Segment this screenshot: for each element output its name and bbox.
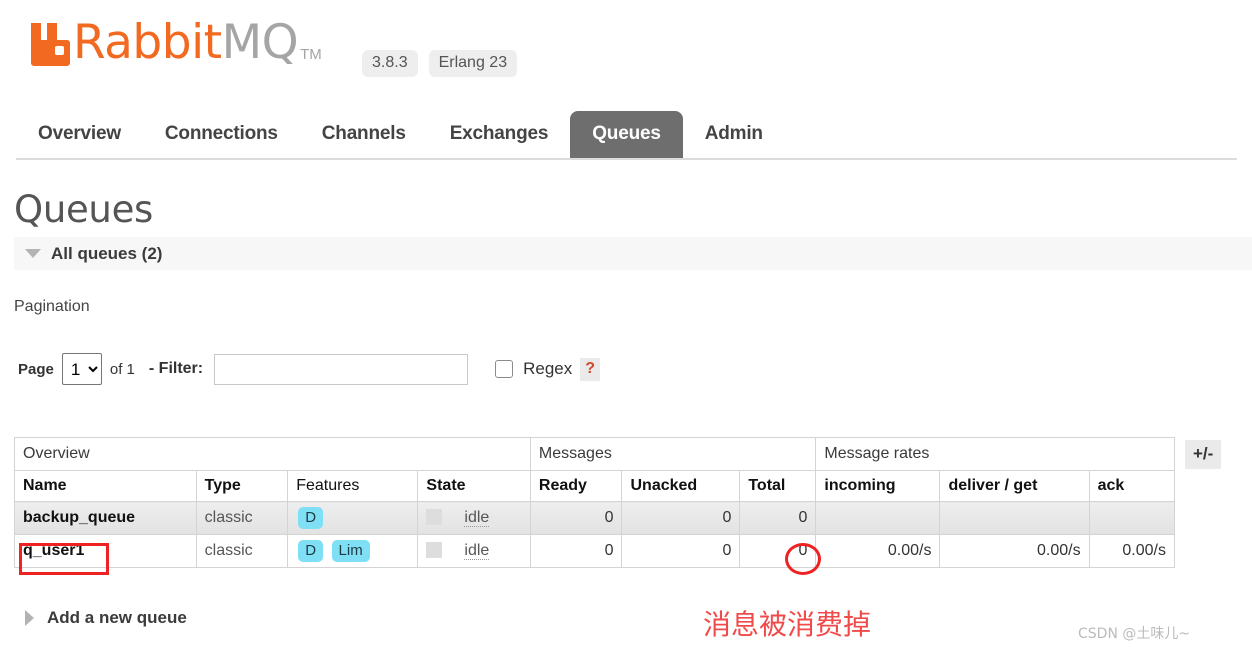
tab-overview[interactable]: Overview (16, 111, 143, 158)
queue-incoming-cell (815, 501, 941, 535)
tab-connections[interactable]: Connections (143, 111, 300, 158)
tab-admin[interactable]: Admin (683, 111, 785, 158)
pagination-controls: Page 1 of 1 - Filter: Regex ? (18, 352, 601, 386)
queue-ready-cell: 0 (529, 534, 623, 568)
state-swatch-icon (426, 509, 443, 525)
rabbitmq-management-page: Rabbit MQ TM 3.8.3 Erlang 23 Overview Co… (0, 0, 1252, 649)
watermark: CSDN @土味儿~ (1078, 626, 1191, 642)
column-header-total[interactable]: Total (739, 470, 817, 502)
triangle-down-icon[interactable] (25, 249, 41, 258)
page-count-label: of 1 (109, 360, 135, 378)
logo-trademark: TM (300, 46, 322, 63)
group-header-overview: Overview (14, 437, 531, 471)
filter-input[interactable] (214, 353, 469, 385)
version-badges: 3.8.3 Erlang 23 (362, 50, 518, 77)
all-queues-label: All queues (2) (51, 243, 163, 263)
column-header-type[interactable]: Type (195, 470, 289, 502)
annotation-note: 消息被消费掉 (703, 608, 872, 641)
queue-total-cell: 0 (739, 534, 817, 568)
queue-unacked-cell: 0 (621, 534, 741, 568)
queue-features-cell: D Lim (287, 534, 419, 568)
table-column-header-row: Name Type Features State Ready Unacked T… (14, 470, 1176, 502)
queue-state-cell: idle (417, 501, 531, 535)
queue-ready-cell: 0 (529, 501, 623, 535)
queues-table: Overview Messages Message rates Name Typ… (14, 437, 1176, 568)
queue-unacked-cell: 0 (621, 501, 741, 535)
column-header-state[interactable]: State (417, 470, 531, 502)
column-header-ack[interactable]: ack (1088, 470, 1176, 502)
table-row: q_user1 classic D Lim idle 0 0 0 0.00/s … (14, 534, 1176, 568)
column-header-incoming[interactable]: incoming (815, 470, 941, 502)
rabbit-logo-icon (28, 20, 70, 66)
toggle-columns-button[interactable]: +/- (1185, 440, 1222, 469)
queue-incoming-cell: 0.00/s (815, 534, 941, 568)
column-header-ready[interactable]: Ready (529, 470, 623, 502)
column-header-unacked[interactable]: Unacked (621, 470, 741, 502)
feature-badge-limit[interactable]: Lim (331, 540, 370, 562)
regex-checkbox[interactable] (495, 360, 514, 378)
page-select[interactable]: 1 (61, 353, 102, 385)
filter-label: - Filter: (148, 360, 204, 377)
queue-ack-cell: 0.00/s (1088, 534, 1176, 568)
main-navigation: Overview Connections Channels Exchanges … (16, 111, 785, 158)
feature-badge-durable[interactable]: D (298, 540, 324, 562)
queue-name-cell[interactable]: q_user1 (14, 534, 197, 568)
nav-divider (16, 158, 1237, 160)
regex-label: Regex (523, 359, 573, 378)
table-row: backup_queue classic D idle 0 0 0 (14, 501, 1176, 535)
group-header-messages: Messages (529, 437, 817, 471)
queue-state-cell: idle (417, 534, 531, 568)
logo-text-rabbit: Rabbit (73, 15, 222, 70)
queue-deliver-get-cell: 0.00/s (939, 534, 1090, 568)
state-text: idle (464, 542, 490, 560)
queue-type-cell: classic (195, 534, 289, 568)
erlang-version-badge: Erlang 23 (428, 50, 518, 77)
queue-type-cell: classic (195, 501, 289, 535)
feature-badge-durable[interactable]: D (298, 507, 324, 529)
tab-exchanges[interactable]: Exchanges (428, 111, 571, 158)
queue-ack-cell (1088, 501, 1176, 535)
rabbitmq-logo[interactable]: Rabbit MQ TM (28, 15, 322, 70)
state-swatch-icon (426, 542, 443, 558)
triangle-right-icon[interactable] (25, 610, 34, 626)
page-title: Queues (14, 188, 154, 231)
add-new-queue-section[interactable]: Add a new queue (25, 608, 187, 628)
column-header-features: Features (287, 470, 419, 502)
logo-text-mq: MQ (221, 15, 299, 70)
group-header-message-rates: Message rates (815, 437, 1175, 471)
tab-queues[interactable]: Queues (570, 111, 683, 158)
regex-help-icon[interactable]: ? (580, 357, 601, 381)
page-label: Page (18, 360, 54, 378)
column-header-deliver-get[interactable]: deliver / get (939, 470, 1090, 502)
app-header: Rabbit MQ TM 3.8.3 Erlang 23 (0, 0, 1252, 105)
table-group-header-row: Overview Messages Message rates (14, 437, 1175, 471)
queue-features-cell: D (287, 501, 419, 535)
state-text: idle (464, 509, 490, 527)
tab-channels[interactable]: Channels (300, 111, 428, 158)
rabbitmq-version-badge: 3.8.3 (362, 50, 418, 77)
column-header-name[interactable]: Name (14, 470, 197, 502)
pagination-heading: Pagination (14, 298, 90, 315)
add-new-queue-label: Add a new queue (47, 608, 187, 627)
queue-deliver-get-cell (939, 501, 1090, 535)
queues-table-container: Overview Messages Message rates Name Typ… (14, 437, 1176, 568)
queue-name-cell[interactable]: backup_queue (14, 501, 197, 535)
all-queues-section-header[interactable]: All queues (2) (14, 237, 1252, 270)
queue-total-cell: 0 (739, 501, 817, 535)
